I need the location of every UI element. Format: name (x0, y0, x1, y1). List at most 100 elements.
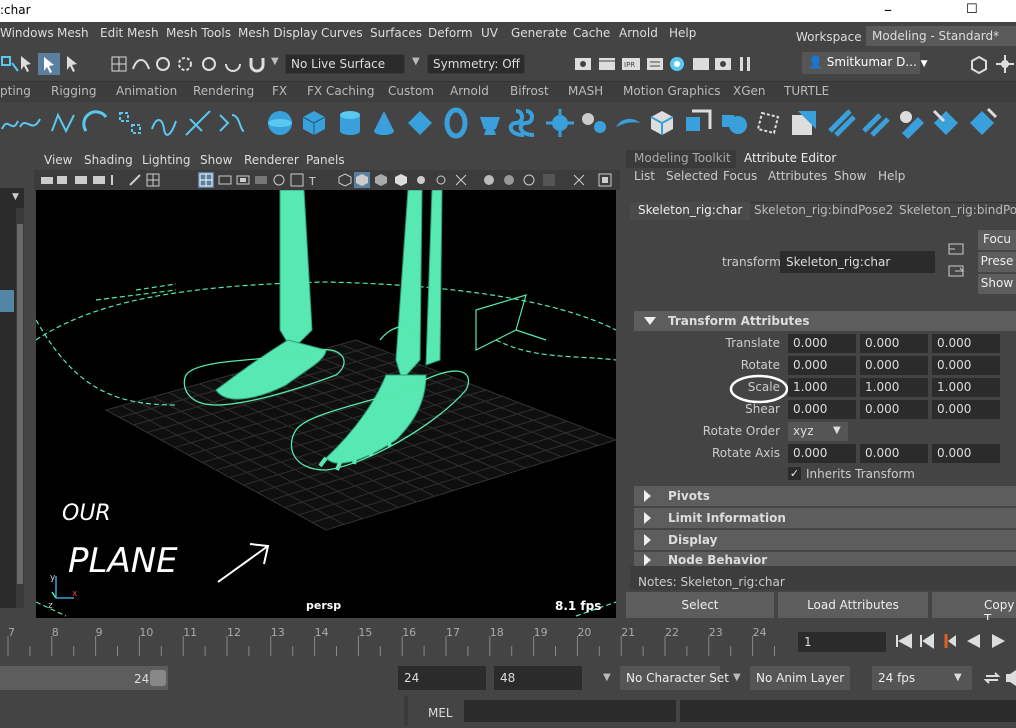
load-attributes-button[interactable]: Load Attributes (778, 592, 928, 618)
magnet-icon[interactable] (246, 53, 268, 75)
use-all-lights-icon[interactable] (414, 173, 428, 187)
translate-y-field[interactable]: 0.000 (860, 334, 928, 353)
extrude-icon[interactable] (682, 107, 714, 139)
presets-button[interactable]: Prese (978, 252, 1016, 272)
user-account-dropdown[interactable]: 👤 Smitkumar D... ▼ (802, 52, 928, 74)
film-gate-icon[interactable] (218, 173, 232, 187)
rebuild-curve-icon[interactable] (216, 107, 248, 139)
character-set-chevron-down-icon[interactable]: ▼ (603, 672, 611, 683)
ae-menu-selected[interactable]: Selected (666, 169, 718, 183)
ae-menu-attributes[interactable]: Attributes (768, 169, 827, 183)
shelf-tab-turtle[interactable]: TURTLE (784, 84, 829, 98)
ae-menu-help[interactable]: Help (878, 169, 905, 183)
snap-view-icon[interactable] (174, 53, 196, 75)
safe-title-icon[interactable]: T (308, 173, 322, 187)
shelf-tab-rendering[interactable]: Rendering (193, 84, 254, 98)
menu-cache[interactable]: Cache (573, 26, 610, 40)
render-frame-icon[interactable] (596, 53, 618, 75)
mel-label[interactable]: MEL (428, 706, 453, 720)
bezier-curve-icon[interactable] (48, 107, 80, 139)
isolate-select-icon[interactable] (572, 173, 586, 187)
rotate-x-field[interactable]: 0.000 (788, 356, 856, 375)
ambient-occlusion-icon[interactable] (482, 173, 496, 187)
live-surface-field[interactable]: No Live Surface (285, 54, 405, 74)
output-connections-icon[interactable] (946, 263, 966, 279)
workspace-dropdown[interactable]: Modeling - Standard* (866, 26, 1016, 46)
snap-grid-icon[interactable] (108, 53, 130, 75)
attach-curves-icon[interactable] (148, 107, 180, 139)
viewport-menu-renderer[interactable]: Renderer (244, 153, 299, 167)
range-slider-handle[interactable] (150, 670, 166, 686)
go-to-start-icon[interactable] (894, 632, 914, 650)
viewport-menu-lighting[interactable]: Lighting (142, 153, 191, 167)
node-tab-char[interactable]: Skeleton_rig:char (630, 202, 751, 220)
wireframe-on-shaded-icon[interactable] (374, 173, 388, 187)
anim-layer-dropdown[interactable]: No Anim Layer (750, 666, 850, 690)
limit-information-section[interactable]: Limit Information (634, 508, 1016, 528)
hypershade-icon[interactable] (666, 53, 688, 75)
menu-generate[interactable]: Generate (511, 26, 567, 40)
safe-action-icon[interactable] (290, 173, 304, 187)
cut-curve-icon[interactable] (182, 107, 214, 139)
ae-menu-list[interactable]: List (634, 169, 655, 183)
menu-edit-mesh[interactable]: Edit Mesh (100, 26, 159, 40)
character-set-dropdown[interactable]: No Character Set (620, 666, 729, 690)
poly-platonic-icon[interactable] (474, 107, 506, 139)
loop-playback-icon[interactable] (982, 668, 1002, 688)
viewport-menu-shading[interactable]: Shading (84, 153, 133, 167)
ipr-render-icon[interactable]: IPR (620, 53, 642, 75)
depth-of-field-icon[interactable] (542, 173, 556, 187)
focus-button[interactable]: Focu (978, 230, 1016, 250)
play-forward-icon[interactable] (988, 632, 1008, 650)
pencil-curve-icon[interactable] (16, 107, 48, 139)
channel-box-icon[interactable] (994, 53, 1016, 75)
camera-attributes-icon[interactable] (56, 173, 70, 187)
input-connections-icon[interactable] (946, 241, 966, 257)
append-icon[interactable] (754, 107, 786, 139)
menu-curves[interactable]: Curves (321, 26, 363, 40)
shelf-tab-rigging[interactable]: Rigging (51, 84, 96, 98)
arc-icon[interactable] (80, 107, 112, 139)
shelf-tab-fx-caching[interactable]: FX Caching (307, 84, 374, 98)
menu-mesh-display[interactable]: Mesh Display (238, 26, 318, 40)
outliner-chevron-down-icon[interactable]: ▼ (12, 192, 19, 202)
rotate-z-field[interactable]: 0.000 (932, 356, 1000, 375)
render-settings-icon[interactable] (644, 53, 666, 75)
smooth-shade-icon[interactable] (354, 172, 370, 188)
menu-mesh-tools[interactable]: Mesh Tools (166, 26, 231, 40)
menu-deform[interactable]: Deform (428, 26, 473, 40)
gate-mask-icon[interactable] (254, 173, 268, 187)
tab-modeling-toolkit[interactable]: Modeling Toolkit (626, 150, 739, 168)
lasso-tool-icon[interactable] (38, 53, 60, 75)
fill-hole-icon[interactable] (788, 107, 820, 139)
menu-surfaces[interactable]: Surfaces (370, 26, 422, 40)
shelf-tab-animation[interactable]: Animation (116, 84, 177, 98)
pause-icon[interactable] (734, 53, 756, 75)
shelf-tab-mash[interactable]: MASH (568, 84, 603, 98)
image-plane-icon[interactable] (92, 173, 106, 187)
arnold-render-view-icon[interactable] (712, 53, 734, 75)
show-button[interactable]: Show (978, 274, 1016, 294)
bridge-icon[interactable] (718, 107, 750, 139)
node-tab-bindpose2[interactable]: Skeleton_rig:bindPose2 (746, 202, 901, 220)
mirror-icon[interactable] (966, 107, 998, 139)
shear-x-field[interactable]: 0.000 (788, 400, 856, 419)
playback-end-field[interactable]: 24 (398, 666, 486, 690)
slide-edge-icon[interactable] (930, 107, 962, 139)
symmetry-arrow-icon[interactable]: ▼ (412, 56, 420, 67)
render-view-icon[interactable] (572, 53, 594, 75)
textured-icon[interactable] (394, 173, 408, 187)
sound-icon[interactable] (1004, 668, 1016, 688)
color-management-icon[interactable] (598, 173, 612, 187)
smooth-icon[interactable] (612, 107, 644, 139)
quad-draw-icon[interactable] (896, 107, 928, 139)
snap-point-icon[interactable] (152, 53, 174, 75)
animation-end-field[interactable]: 48 (494, 666, 582, 690)
rotate-axis-z-field[interactable]: 0.000 (932, 444, 1000, 463)
node-behavior-section[interactable]: Node Behavior (634, 552, 1016, 566)
shadows-icon[interactable] (434, 173, 448, 187)
motion-blur-icon[interactable] (502, 173, 516, 187)
show-grid-icon[interactable] (198, 172, 214, 188)
viewport-menu-view[interactable]: View (44, 153, 72, 167)
shelf-tab-bifrost[interactable]: Bifrost (510, 84, 549, 98)
